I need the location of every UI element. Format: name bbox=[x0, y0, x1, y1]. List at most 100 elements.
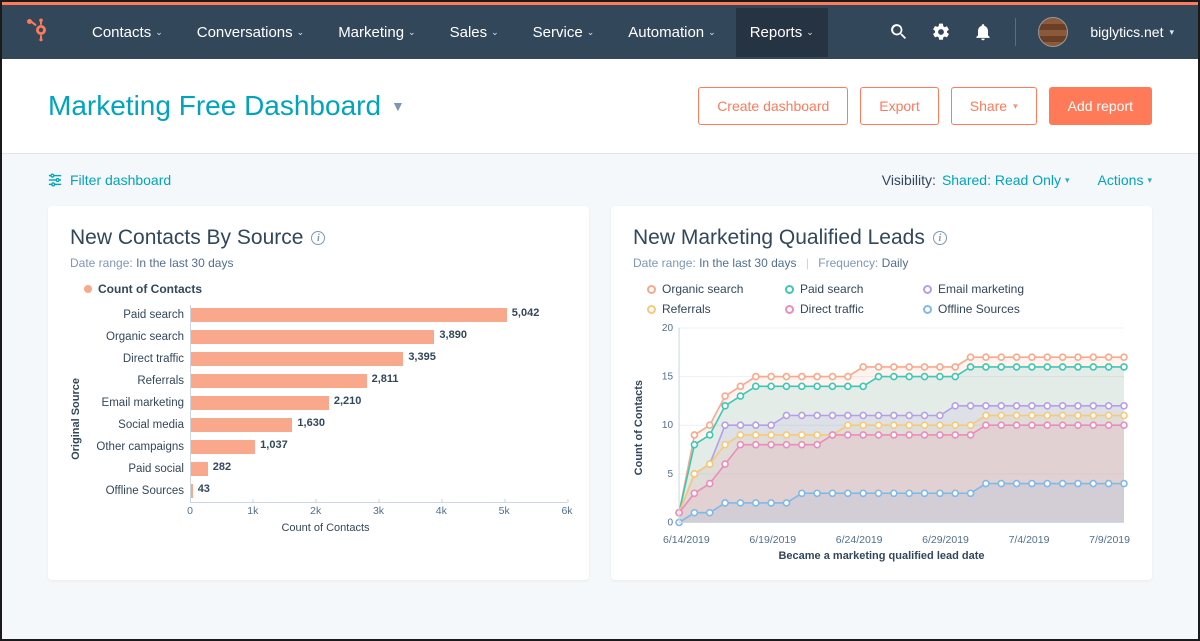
nav-item-label: Automation bbox=[628, 24, 704, 41]
x-axis-title: Became a marketing qualified lead date bbox=[633, 550, 1130, 562]
nav-item-label: Marketing bbox=[338, 24, 404, 41]
frequency-value: Daily bbox=[882, 256, 909, 270]
bar-row: Referrals 2,811 bbox=[84, 370, 567, 392]
legend-dot-icon bbox=[84, 285, 92, 293]
bar-fill bbox=[190, 308, 507, 322]
domain-dropdown[interactable]: biglytics.net ▾ bbox=[1090, 24, 1174, 40]
line-chart-svg: 05101520 bbox=[649, 322, 1130, 532]
bar-value: 3,890 bbox=[439, 329, 467, 341]
domain-label: biglytics.net bbox=[1090, 24, 1163, 40]
svg-text:0: 0 bbox=[667, 517, 673, 528]
bar-track: 1,037 bbox=[190, 440, 567, 454]
bar-chart: Original Source Paid search 5,042 Organi… bbox=[70, 304, 567, 534]
legend-item: Direct traffic bbox=[785, 302, 895, 316]
legend-label: Direct traffic bbox=[800, 302, 864, 316]
legend-item: Offline Sources bbox=[923, 302, 1033, 316]
bell-icon[interactable] bbox=[973, 22, 993, 42]
legend-item: Referrals bbox=[647, 302, 757, 316]
nav-item-conversations[interactable]: Conversations ⌄ bbox=[183, 8, 318, 57]
cards-row: New Contacts By Source i Date range: In … bbox=[2, 206, 1198, 580]
actions-label: Actions bbox=[1098, 172, 1144, 188]
bar-category-label: Referrals bbox=[84, 375, 190, 387]
info-icon[interactable]: i bbox=[311, 231, 325, 245]
gear-icon[interactable] bbox=[931, 22, 951, 42]
daterange-label: Date range: bbox=[633, 256, 696, 270]
x-tick: 7/4/2019 bbox=[1009, 534, 1050, 546]
bar-row: Social media 1,630 bbox=[84, 414, 567, 436]
bar-category-label: Offline Sources bbox=[84, 485, 190, 497]
daterange-value: In the last 30 days bbox=[699, 256, 796, 270]
share-label: Share bbox=[970, 98, 1007, 114]
card-title: New Contacts By Source i bbox=[70, 226, 567, 250]
bar-category-label: Other campaigns bbox=[84, 441, 190, 453]
svg-text:5: 5 bbox=[667, 469, 673, 480]
x-tick: 7/9/2019 bbox=[1089, 534, 1130, 546]
actions-dropdown[interactable]: Actions ▾ bbox=[1098, 172, 1152, 188]
bar-track: 2,811 bbox=[190, 374, 567, 388]
nav-divider bbox=[1015, 18, 1016, 46]
bar-category-label: Social media bbox=[84, 419, 190, 431]
nav-right: biglytics.net ▾ bbox=[889, 17, 1174, 47]
chevron-down-icon: ⌄ bbox=[806, 27, 814, 38]
add-report-button[interactable]: Add report bbox=[1049, 87, 1152, 125]
visibility-label: Visibility: bbox=[882, 172, 936, 188]
search-icon[interactable] bbox=[889, 22, 909, 42]
bar-fill bbox=[190, 396, 329, 410]
bar-value: 1,630 bbox=[297, 417, 325, 429]
x-tick: 6/14/2019 bbox=[663, 534, 710, 546]
info-icon[interactable]: i bbox=[933, 231, 947, 245]
nav-item-label: Conversations bbox=[197, 24, 293, 41]
x-tick: 2k bbox=[310, 505, 321, 517]
bar-fill bbox=[190, 462, 208, 476]
x-axis: 01k2k3k4k5k6k bbox=[190, 502, 567, 518]
visibility-value: Shared: Read Only bbox=[942, 172, 1061, 188]
x-tick: 6/24/2019 bbox=[836, 534, 883, 546]
bar-category-label: Email marketing bbox=[84, 397, 190, 409]
filter-dashboard-link[interactable]: Filter dashboard bbox=[48, 172, 171, 188]
card-title-text: New Marketing Qualified Leads bbox=[633, 226, 925, 250]
avatar[interactable] bbox=[1038, 17, 1068, 47]
card-title-text: New Contacts By Source bbox=[70, 226, 303, 250]
dashboard-title-dropdown[interactable]: Marketing Free Dashboard ▼ bbox=[48, 90, 405, 122]
legend-ring-icon bbox=[647, 285, 656, 294]
bar-fill bbox=[190, 440, 255, 454]
daterange-value: In the last 30 days bbox=[136, 256, 233, 270]
x-tick: 6/19/2019 bbox=[749, 534, 796, 546]
legend-ring-icon bbox=[647, 305, 656, 314]
filter-icon bbox=[48, 173, 62, 187]
svg-text:20: 20 bbox=[662, 323, 674, 334]
nav-item-service[interactable]: Service⌄ bbox=[519, 8, 609, 57]
visibility-dropdown[interactable]: Shared: Read Only ▾ bbox=[942, 172, 1070, 188]
bar-row: Direct traffic 3,395 bbox=[84, 348, 567, 370]
card-title: New Marketing Qualified Leads i bbox=[633, 226, 1130, 250]
bar-category-label: Direct traffic bbox=[84, 353, 190, 365]
chevron-down-icon: ⌄ bbox=[297, 27, 305, 38]
nav-items: Contacts⌄Conversations⌄Marketing⌄Sales⌄S… bbox=[78, 8, 828, 57]
line-chart: Count of Contacts 05101520 bbox=[633, 322, 1130, 532]
filter-bar: Filter dashboard Visibility: Shared: Rea… bbox=[2, 154, 1198, 206]
export-button[interactable]: Export bbox=[860, 87, 938, 125]
legend-ring-icon bbox=[785, 305, 794, 314]
svg-text:15: 15 bbox=[662, 372, 674, 383]
bar-value: 282 bbox=[213, 461, 231, 473]
share-button[interactable]: Share ▾ bbox=[951, 87, 1037, 125]
chevron-down-icon: ⌄ bbox=[587, 27, 595, 38]
hubspot-logo-icon[interactable] bbox=[26, 18, 50, 47]
line-legend: Organic searchPaid searchEmail marketing… bbox=[647, 282, 1130, 316]
x-axis-ticks: 6/14/20196/19/20196/24/20196/29/20197/4/… bbox=[663, 532, 1130, 546]
create-dashboard-button[interactable]: Create dashboard bbox=[698, 87, 848, 125]
chevron-down-icon: ▾ bbox=[1147, 175, 1152, 186]
nav-item-marketing[interactable]: Marketing⌄ bbox=[324, 8, 429, 57]
nav-item-automation[interactable]: Automation⌄ bbox=[614, 8, 729, 57]
bar-legend: Count of Contacts bbox=[84, 282, 567, 296]
bar-row: Email marketing 2,210 bbox=[84, 392, 567, 414]
bar-track: 3,890 bbox=[190, 330, 567, 344]
nav-item-sales[interactable]: Sales⌄ bbox=[436, 8, 513, 57]
nav-item-contacts[interactable]: Contacts⌄ bbox=[78, 8, 177, 57]
legend-label: Offline Sources bbox=[938, 302, 1020, 316]
bar-value: 5,042 bbox=[512, 307, 540, 319]
legend-item: Paid search bbox=[785, 282, 895, 296]
nav-item-reports[interactable]: Reports⌄ bbox=[736, 8, 828, 57]
x-tick: 5k bbox=[499, 505, 510, 517]
bar-fill bbox=[190, 330, 434, 344]
